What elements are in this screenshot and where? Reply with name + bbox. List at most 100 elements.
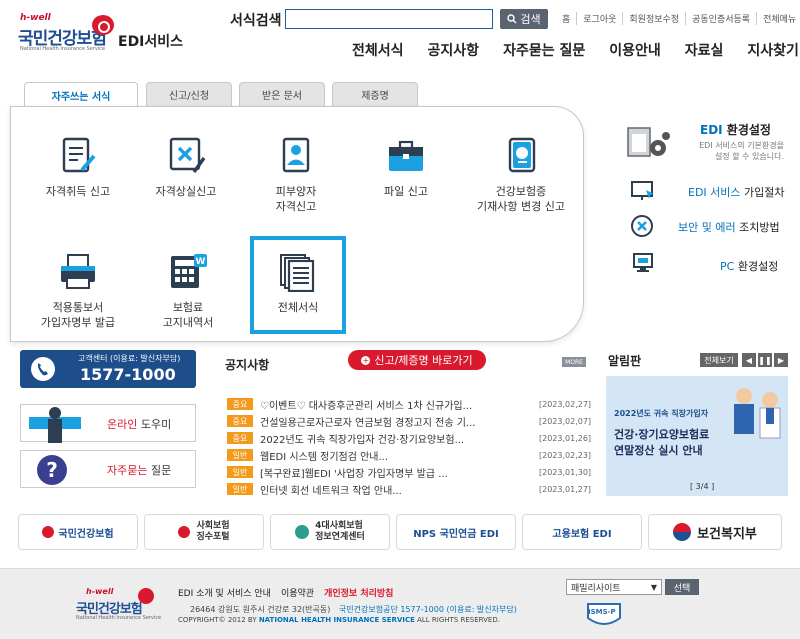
- env-settings-title[interactable]: EDI 환경설정: [700, 121, 771, 138]
- partner-employment-edi[interactable]: 고용보험 EDI: [522, 514, 642, 550]
- top-link-certificate[interactable]: 공동인증서등록: [685, 12, 756, 25]
- copyright-pre: COPYRIGHT© 2012 BY: [178, 616, 257, 624]
- faq-box[interactable]: ? 자주묻는 질문: [20, 450, 196, 488]
- footer-link-privacy[interactable]: 개인정보 처리방침: [324, 586, 393, 599]
- form-item-card-change[interactable]: 건강보험증 기재사항 변경 신고: [466, 136, 576, 214]
- form-item-qualification-loss[interactable]: 자격상실신고: [138, 136, 234, 199]
- notice-row[interactable]: 중요 건설일용근로자근로자 연금보험 경정고지 전송 기... [2023,02…: [227, 413, 591, 429]
- banner-line1: 건강·장기요양보험료: [614, 428, 710, 441]
- side-box-rest: 질문: [147, 464, 172, 477]
- tab-report-apply[interactable]: 신고/신청: [146, 82, 232, 106]
- all-forms-highlight-box: [250, 236, 346, 334]
- form-item-file-report[interactable]: 파일 신고: [358, 136, 454, 199]
- partner-mohw[interactable]: 보건복지부: [648, 514, 782, 550]
- monitor-cursor-icon: [630, 180, 656, 206]
- online-helper-label: 온라인 도우미: [107, 416, 171, 432]
- nav-notice[interactable]: 공지사항: [428, 40, 480, 60]
- main-nav: 전체서식 공지사항 자주묻는 질문 이용안내 자료실 지사찾기: [352, 40, 799, 60]
- question-icon: ?: [35, 453, 69, 491]
- call-center-box[interactable]: 고객센터 (이용료: 발신자부담) 1577-1000: [20, 350, 196, 388]
- env-item-join-procedure[interactable]: EDI 서비스 가입절차: [688, 184, 785, 200]
- notice-row[interactable]: 일반 웹EDI 시스템 정기점검 안내... [2023,02,23]: [227, 447, 592, 463]
- search-label: 서식검색: [230, 13, 282, 29]
- online-helper-box[interactable]: 온라인 도우미: [20, 404, 196, 443]
- notice-row[interactable]: 중요 2022년도 귀속 직장가입자 건강·장기요양보험... [2023,01…: [227, 430, 591, 446]
- search-button[interactable]: 검색: [500, 9, 548, 29]
- search-input[interactable]: [285, 9, 493, 29]
- briefcase-icon: [386, 136, 426, 176]
- banner-page-indicator: [ 3/4 ]: [690, 482, 715, 491]
- footer-link-about[interactable]: EDI 소개 및 서비스 안내: [178, 586, 271, 599]
- taeguk-logo-icon: [673, 523, 692, 541]
- ismsp-badge: ISMS-P: [584, 600, 624, 630]
- nav-branch[interactable]: 지사찾기: [747, 40, 799, 60]
- arrow-right-icon: ▶: [777, 355, 785, 365]
- footer-links: EDI 소개 및 서비스 안내 이용약관 개인정보 처리방침: [178, 586, 393, 599]
- partner-nhis[interactable]: 국민건강보험: [18, 514, 138, 550]
- alim-pause-button[interactable]: ❚❚: [758, 353, 772, 367]
- notice-row[interactable]: 일반 [복구완료]웹EDI '사업장 가입자명부 발급 ... [2023,01…: [227, 464, 591, 480]
- top-link-edit-profile[interactable]: 회원정보수정: [622, 12, 685, 25]
- nav-library[interactable]: 자료실: [685, 40, 724, 60]
- env-item-blue: EDI 서비스: [688, 186, 741, 199]
- form-item-premium-notice[interactable]: W 보험료 고지내역서: [140, 252, 236, 330]
- notice-row-date: [2023,02,23]: [539, 450, 592, 460]
- footer-link-terms[interactable]: 이용약관: [281, 586, 314, 599]
- partner-label: 보건복지부: [697, 526, 757, 542]
- phone-icon: [30, 356, 56, 386]
- tab-certificates[interactable]: 제증명: [332, 82, 418, 106]
- report-shortcut-button[interactable]: + 신고/제증명 바로가기: [348, 350, 486, 370]
- family-site-button[interactable]: 선택: [665, 579, 699, 595]
- notice-row[interactable]: 중요 ♡이벤트♡ 대사증후군관리 서비스 1차 신규가입... [2023,02…: [227, 396, 591, 412]
- tab-frequent-forms[interactable]: 자주쓰는 서식: [24, 82, 138, 107]
- tab-received-docs[interactable]: 받은 문서: [239, 82, 325, 106]
- env-item-pc-settings[interactable]: PC 환경설정: [720, 258, 778, 274]
- alim-next-button[interactable]: ▶: [774, 353, 788, 367]
- top-link-home[interactable]: 홈: [556, 12, 576, 25]
- form-item-label: 건강보험증 기재사항 변경 신고: [477, 185, 565, 213]
- heart-logo-icon: [178, 526, 191, 538]
- pause-icon: ❚❚: [758, 355, 772, 365]
- copyright-post: ALL RIGHTS RESERVED.: [417, 616, 500, 624]
- family-site-select[interactable]: 패밀리사이트 ▼: [566, 579, 662, 595]
- form-item-dependent[interactable]: 피부양자 자격신고: [248, 136, 344, 214]
- card-edit-icon: [501, 136, 541, 176]
- nav-faq[interactable]: 자주묻는 질문: [503, 40, 585, 60]
- form-item-label: 자격상실신고: [155, 185, 217, 198]
- arrow-left-icon: ◀: [745, 355, 753, 365]
- nav-guide[interactable]: 이용안내: [609, 40, 661, 60]
- partner-nps-edi[interactable]: NPS 국민연금 EDI: [396, 514, 516, 550]
- side-box-rest: 도우미: [137, 418, 172, 431]
- tab-label: 신고/신청: [168, 91, 210, 102]
- search-button-label: 검색: [520, 13, 541, 26]
- alim-prev-button[interactable]: ◀: [742, 353, 756, 367]
- partner-social-insurance[interactable]: 사회보험 징수포털: [144, 514, 264, 550]
- footer-heart-icon: [138, 588, 154, 604]
- partner-label: 사회보험 징수포털: [196, 521, 230, 542]
- alim-view-all-button[interactable]: 전체보기: [700, 353, 738, 367]
- notice-badge: 중요: [227, 415, 253, 427]
- notice-row-title: 건설일용근로자근로자 연금보험 경정고지 전송 기...: [260, 417, 476, 429]
- side-box-highlight: 온라인: [107, 418, 138, 431]
- banner-line2: 연말정산 실시 안내: [614, 444, 703, 457]
- search-icon: [507, 14, 517, 24]
- nav-all-forms[interactable]: 전체서식: [352, 40, 404, 60]
- notice-more-button[interactable]: MORE: [562, 357, 586, 367]
- notice-row-date: [2023,01,27]: [539, 484, 592, 494]
- document-edit-icon: [58, 136, 98, 176]
- logo-hwell: h-well: [20, 13, 51, 23]
- top-link-all-menu[interactable]: 전체메뉴: [756, 12, 800, 25]
- form-item-qualification-acquire[interactable]: 자격취득 신고: [30, 136, 126, 199]
- banner-people-illustration: [726, 382, 786, 456]
- form-item-enrollee-list[interactable]: 적용통보서 가입자명부 발급: [30, 252, 126, 330]
- notice-row[interactable]: 일반 인터넷 회선 네트워크 작업 안내... [2023,01,27]: [227, 481, 592, 497]
- alim-banner[interactable]: 2022년도 귀속 직장가입자 건강·장기요양보험료 연말정산 실시 안내 [ …: [606, 376, 788, 496]
- env-item-security-error[interactable]: 보안 및 에러 조치방법: [678, 219, 780, 235]
- plus-circle-icon: +: [361, 355, 371, 365]
- footer-address: 26464 강원도 원주시 건강로 32(반곡동) 국민건강보험공단 1577-…: [190, 604, 517, 615]
- partner-4insurance[interactable]: 4대사회보험 정보연계센터: [270, 514, 390, 550]
- top-link-logout[interactable]: 로그아웃: [576, 12, 622, 25]
- notice-row-title: 인터넷 회선 네트워크 작업 안내...: [260, 485, 402, 497]
- env-settings-icon: [626, 126, 670, 164]
- footer-copyright: COPYRIGHT© 2012 BY NATIONAL HEALTH INSUR…: [178, 616, 500, 624]
